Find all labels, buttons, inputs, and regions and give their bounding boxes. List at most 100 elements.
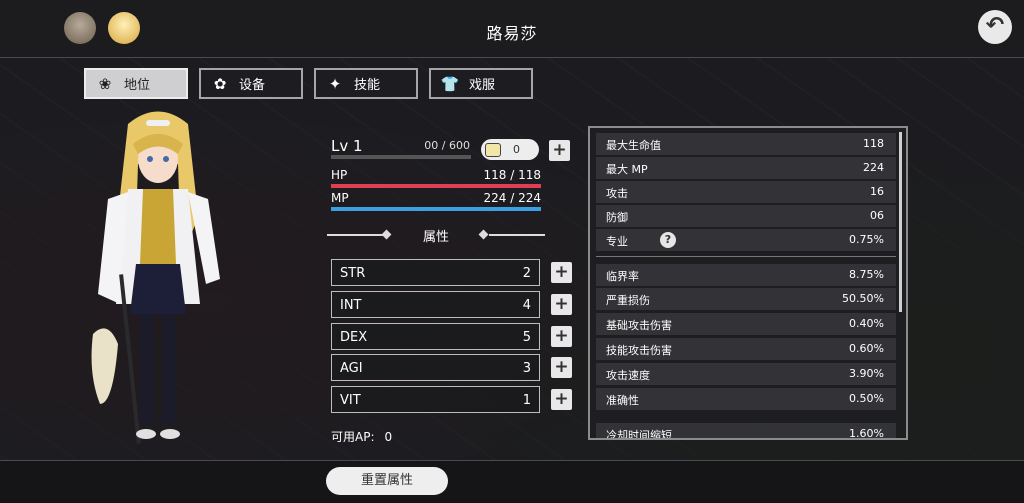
stat-row-vit: VIT 1 + [331,386,572,413]
page-title: 路易莎 [486,24,538,43]
level-label: Lv 1 [331,137,363,155]
character-model[interactable] [88,104,228,454]
detail-value: 50.50% [842,292,884,305]
stat-box: STR 2 [331,259,540,286]
add-agi-button[interactable]: + [551,357,572,378]
detail-label: 准确性 [606,394,639,407]
hp-bar [331,184,541,188]
tab-bar: ❀ 地位 ✿ 设备 ✦ 技能 👕 戏服 [84,68,533,99]
detail-row: 攻击 16 [596,181,896,203]
detail-row: 基础攻击伤害 0.40% [596,313,896,335]
stat-name: STR [340,266,366,281]
available-ap: 可用AP: 0 [331,428,392,445]
add-str-button[interactable]: + [551,262,572,283]
help-icon[interactable]: ? [660,232,676,248]
detail-value: 1.60% [849,427,884,440]
mp-bar [331,207,541,211]
stat-box: VIT 1 [331,386,540,413]
detail-label: 严重损伤 [606,294,650,307]
stat-box: AGI 3 [331,354,540,381]
stat-value: 2 [522,266,531,281]
detail-label: 基础攻击伤害 [606,319,672,332]
add-dex-button[interactable]: + [551,326,572,347]
detail-label: 防御 [606,211,628,224]
stat-name: VIT [340,393,361,408]
detail-value: 3.90% [849,367,884,380]
stat-row-str: STR 2 + [331,259,572,286]
detail-label: 临界率 [606,270,639,283]
stat-name: INT [340,298,362,313]
detail-value: 0.60% [849,342,884,355]
detail-row: 最大 MP 224 [596,157,896,179]
stat-name: AGI [340,361,363,376]
stat-box: INT 4 [331,291,540,318]
tab-skills[interactable]: ✦ 技能 [314,68,418,99]
tab-equipment[interactable]: ✿ 设备 [199,68,303,99]
bottom-bar [0,460,1024,503]
exp-bar [331,155,471,159]
ap-label: 可用AP: [331,430,375,444]
mp-value: 224 / 224 [483,191,541,205]
detail-stats-panel[interactable]: 最大生命值 118 最大 MP 224 攻击 16 防御 06 专业? 0.75% 临界率… [588,126,908,440]
top-bar: 路易莎 ↶ [0,0,1024,58]
reset-attributes-button[interactable]: 重置属性 [326,467,448,495]
status-icon: ❀ [98,74,112,93]
divider [596,256,896,257]
mp-label: MP [331,191,349,205]
ap-value: 0 [384,430,393,444]
detail-value: 0.50% [849,392,884,405]
stat-value: 4 [522,298,531,313]
detail-row: 冷却时间缩短 1.60% [596,423,896,440]
detail-value: 0.40% [849,317,884,330]
detail-label: 最大生命值 [606,139,661,152]
add-vit-button[interactable]: + [551,389,572,410]
tab-label: 戏服 [469,78,496,93]
stat-value: 1 [522,393,531,408]
attributes-heading: 属性 [327,225,545,245]
detail-row: 技能攻击伤害 0.60% [596,338,896,360]
detail-row: 准确性 0.50% [596,388,896,410]
scrollbar[interactable] [899,132,902,312]
add-potion-button[interactable]: + [549,140,570,161]
detail-label: 攻击速度 [606,369,650,382]
add-int-button[interactable]: + [551,294,572,315]
tab-status[interactable]: ❀ 地位 [84,68,188,99]
detail-value: 224 [863,161,884,174]
exp-value: 00 / 600 [424,139,470,152]
detail-row: 专业? 0.75% [596,229,896,251]
detail-label: 技能攻击伤害 [606,344,672,357]
detail-label: 冷却时间缩短 [606,429,672,440]
detail-row: 临界率 8.75% [596,264,896,286]
detail-row: 攻击速度 3.90% [596,363,896,385]
stat-name: DEX [340,330,368,345]
stat-value: 3 [522,361,531,376]
costume-icon: 👕 [440,74,460,93]
detail-value: 06 [870,209,884,222]
detail-row: 最大生命值 118 [596,133,896,155]
detail-label: 最大 MP [606,163,648,176]
hp-value: 118 / 118 [483,168,541,182]
tab-costume[interactable]: 👕 戏服 [429,68,533,99]
skill-icon: ✦ [328,74,342,93]
detail-value: 118 [863,137,884,150]
stat-value: 5 [522,330,531,345]
stat-row-dex: DEX 5 + [331,323,572,350]
detail-row: 严重损伤 50.50% [596,288,896,310]
stat-row-int: INT 4 + [331,291,572,318]
equipment-icon: ✿ [213,74,227,93]
divider-line [489,234,545,236]
detail-value: 8.75% [849,268,884,281]
tab-label: 设备 [239,78,266,93]
stat-box: DEX 5 [331,323,540,350]
tab-label: 地位 [124,78,151,93]
potion-icon [485,142,501,157]
detail-value: 16 [870,185,884,198]
potion-count: 0 [513,143,520,156]
tab-label: 技能 [354,78,381,93]
detail-label: 专业 [606,235,628,248]
stat-row-agi: AGI 3 + [331,354,572,381]
potion-counter[interactable]: 0 [481,139,539,160]
detail-row: 防御 06 [596,205,896,227]
back-button[interactable]: ↶ [978,10,1012,44]
detail-label: 攻击 [606,187,628,200]
